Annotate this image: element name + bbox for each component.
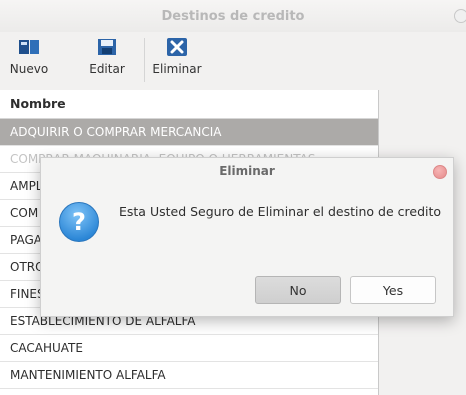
table-row[interactable]: ADQUIRIR O COMPRAR MERCANCIA [0, 119, 378, 146]
table-row[interactable]: CACAHUATE [0, 335, 378, 362]
new-icon [19, 40, 39, 54]
edit-icon [98, 39, 116, 55]
window-control-icon[interactable] [454, 9, 466, 23]
dialog-message: Esta Usted Seguro de Eliminar el destino… [119, 204, 442, 219]
toolbar-separator [144, 38, 145, 82]
edit-button[interactable]: Editar [82, 36, 132, 86]
delete-confirm-dialog: Eliminar ? Esta Usted Seguro de Eliminar… [40, 157, 454, 317]
window-titlebar: Destinos de credito [0, 0, 466, 32]
column-header-nombre[interactable]: Nombre [0, 90, 378, 119]
table-row[interactable]: MANTENIMIENTO ALFALFA [0, 362, 378, 389]
new-button[interactable]: Nuevo [4, 36, 54, 86]
toolbar: Nuevo Editar Eliminar [0, 32, 466, 88]
close-icon[interactable] [433, 165, 447, 179]
no-button[interactable]: No [255, 276, 341, 304]
question-icon: ? [59, 202, 99, 242]
delete-button[interactable]: Eliminar [150, 36, 204, 86]
new-button-label: Nuevo [9, 62, 49, 76]
edit-button-label: Editar [89, 62, 125, 76]
delete-button-label: Eliminar [152, 62, 202, 76]
window-title: Destinos de credito [161, 9, 305, 24]
delete-icon [167, 38, 187, 56]
yes-button[interactable]: Yes [350, 276, 436, 304]
dialog-title: Eliminar [219, 164, 275, 178]
